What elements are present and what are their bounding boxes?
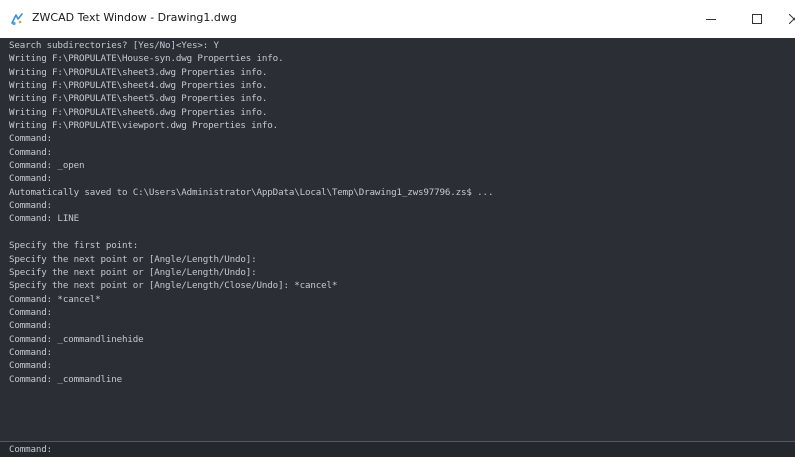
history-line: Writing F:\PROPULATE\House-syn.dwg Prope… — [9, 53, 284, 65]
history-line: Command: — [9, 133, 53, 145]
history-line: Command: *cancel* — [9, 293, 101, 305]
window-title: ZWCAD Text Window - Drawing1.dwg — [32, 11, 237, 24]
minimize-button[interactable] — [688, 0, 734, 38]
history-line: Writing F:\PROPULATE\sheet6.dwg Properti… — [9, 106, 268, 118]
close-icon — [789, 14, 795, 24]
history-line: Automatically saved to C:\Users\Administ… — [9, 186, 494, 198]
maximize-button[interactable] — [734, 0, 780, 38]
history-line: Command: — [9, 306, 53, 318]
command-history: Search subdirectories? [Yes/No]<Yes>: Y … — [9, 39, 789, 386]
history-line — [9, 226, 789, 239]
history-line: Command: — [9, 320, 53, 332]
command-input[interactable] — [62, 442, 787, 457]
history-line: Command: _commandline — [9, 373, 123, 385]
minimize-icon — [706, 19, 716, 20]
history-line: Command: _commandlinehide — [9, 333, 144, 345]
prompt-label: Command: — [9, 444, 53, 455]
history-line: Writing F:\PROPULATE\sheet4.dwg Properti… — [9, 80, 268, 92]
history-line: Specify the next point or [Angle/Length/… — [9, 266, 257, 278]
history-line: Specify the next point or [Angle/Length/… — [9, 253, 257, 265]
history-line: Command: LINE — [9, 213, 79, 225]
close-button[interactable] — [780, 0, 795, 38]
history-line: Writing F:\PROPULATE\sheet5.dwg Properti… — [9, 93, 268, 105]
command-history-area[interactable]: Search subdirectories? [Yes/No]<Yes>: Y … — [0, 38, 795, 441]
history-line: Command: — [9, 346, 53, 358]
history-line: Writing F:\PROPULATE\viewport.dwg Proper… — [9, 120, 279, 132]
history-line: Search subdirectories? [Yes/No]<Yes>: Y — [9, 40, 219, 51]
command-prompt[interactable]: Command: — [0, 442, 795, 457]
history-line: Specify the first point: — [9, 240, 139, 252]
history-line: Command: — [9, 146, 53, 158]
history-line: Command: _open — [9, 160, 85, 172]
history-line: Command: — [9, 200, 53, 212]
history-line: Writing F:\PROPULATE\sheet3.dwg Properti… — [9, 66, 268, 78]
history-line: Command: — [9, 173, 53, 185]
zwcad-app-icon — [11, 13, 23, 26]
history-line: Specify the next point or [Angle/Length/… — [9, 280, 338, 292]
history-line: Command: — [9, 360, 53, 372]
maximize-icon — [752, 14, 762, 24]
title-bar[interactable]: ZWCAD Text Window - Drawing1.dwg — [0, 0, 795, 38]
text-window: ZWCAD Text Window - Drawing1.dwg Search … — [0, 0, 795, 457]
